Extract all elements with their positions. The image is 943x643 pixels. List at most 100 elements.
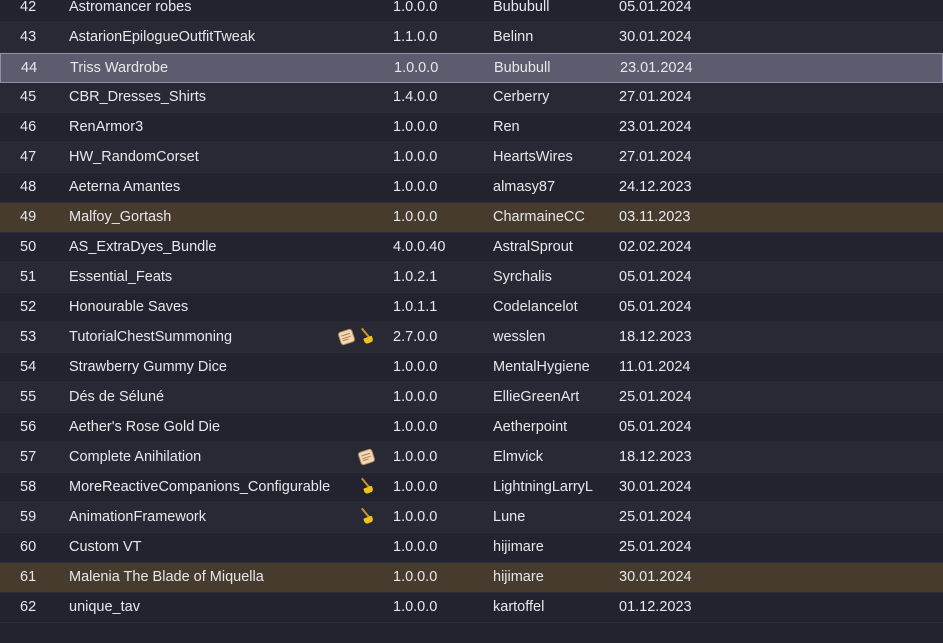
mod-author: Ren (493, 119, 520, 135)
mod-row[interactable]: 44 Triss Wardrobe 1.0.0.0 Bububull 23.01.202… (0, 53, 943, 83)
mod-row[interactable]: 58 MoreReactiveCompanions_Configurable 1.0… (0, 473, 943, 503)
mod-row[interactable]: 56 Aether's Rose Gold Die 1.0.0.0 Aetherpoi… (0, 413, 943, 443)
mod-date: 02.02.2024 (619, 239, 692, 255)
mod-row[interactable]: 52 Honourable Saves 1.0.1.1 Codelancelot 05.… (0, 293, 943, 323)
mod-icons (330, 83, 380, 112)
mod-version: 1.0.0.0 (393, 209, 438, 225)
mod-icons (330, 23, 380, 52)
mod-version: 1.0.0.0 (393, 419, 438, 435)
mod-index: 61 (20, 569, 37, 585)
mod-name: Malfoy_Gortash (69, 209, 172, 225)
mod-icons (330, 203, 380, 232)
mod-version: 1.0.0.0 (393, 359, 438, 375)
scroll-icon (337, 328, 356, 346)
mod-name: Dés de Séluné (69, 389, 165, 405)
mod-icons (330, 503, 380, 532)
mod-row[interactable]: 61 Malenia The Blade of Miquella 1.0.0.0 hi… (0, 563, 943, 593)
mod-author: wesslen (493, 329, 546, 345)
mod-name: TutorialChestSummoning (69, 329, 233, 345)
mod-date: 30.01.2024 (619, 569, 692, 585)
mod-index: 50 (20, 239, 37, 255)
mod-row[interactable]: 57 Complete Anihilation 1.0.0.0 Elmvick 18.1… (0, 443, 943, 473)
mod-row[interactable]: 42 Astromancer robes 1.0.0.0 Bububull 05.01.… (0, 0, 943, 23)
mod-author: MentalHygiene (493, 359, 590, 375)
mod-icons (330, 443, 380, 472)
mod-date: 05.01.2024 (619, 419, 692, 435)
mod-author: EllieGreenArt (493, 389, 580, 405)
mod-name: AstarionEpilogueOutfitTweak (69, 29, 256, 45)
mod-date: 05.01.2024 (619, 0, 692, 15)
mod-version: 1.0.0.0 (393, 599, 438, 615)
mod-row[interactable]: 47 HW_RandomCorset 1.0.0.0 HeartsWires 27.01… (0, 143, 943, 173)
mod-row[interactable]: 55 Dés de Séluné 1.0.0.0 EllieGreenArt 25.01… (0, 383, 943, 413)
mod-row[interactable]: 60 Custom VT 1.0.0.0 hijimare 25.01.2024 (0, 533, 943, 563)
mod-index: 44 (21, 60, 38, 76)
mod-row[interactable]: 59 AnimationFramework 1.0.0.0 Lune 25.01.202… (0, 503, 943, 533)
mod-icons (331, 54, 381, 83)
mod-version: 1.0.0.0 (393, 149, 438, 165)
mod-author: hijimare (493, 539, 544, 555)
mod-icons (330, 413, 380, 442)
mod-author: Cerberry (493, 89, 550, 105)
mod-icons (330, 293, 380, 322)
mod-name: Strawberry Gummy Dice (69, 359, 227, 375)
mod-author: kartoffel (493, 599, 545, 615)
mod-index: 53 (20, 329, 37, 345)
mod-name: AnimationFramework (69, 509, 206, 525)
broom-icon (357, 477, 375, 496)
mod-date: 18.12.2023 (619, 329, 692, 345)
mod-version: 1.0.0.0 (394, 60, 439, 76)
mod-row[interactable]: 53 TutorialChestSummoning 2.7.0.0 wesslen 18… (0, 323, 943, 353)
mod-index: 46 (20, 119, 37, 135)
mod-row[interactable]: 50 AS_ExtraDyes_Bundle 4.0.0.40 AstralSprou… (0, 233, 943, 263)
mod-icons (330, 383, 380, 412)
mod-date: 05.01.2024 (619, 269, 692, 285)
mod-name: CBR_Dresses_Shirts (69, 89, 206, 105)
mod-index: 45 (20, 89, 37, 105)
mod-date: 30.01.2024 (619, 29, 692, 45)
mod-version: 4.0.0.40 (393, 239, 446, 255)
mod-name: RenArmor3 (69, 119, 144, 135)
mod-name: MoreReactiveCompanions_Configurable (69, 479, 331, 495)
mod-name: Malenia The Blade of Miquella (69, 569, 264, 585)
mod-row[interactable]: 54 Strawberry Gummy Dice 1.0.0.0 MentalHyg… (0, 353, 943, 383)
broom-icon (357, 327, 375, 346)
mod-author: Bububull (494, 60, 551, 76)
mod-icons (330, 0, 380, 22)
mod-version: 1.0.0.0 (393, 389, 438, 405)
mod-name: Custom VT (69, 539, 142, 555)
mod-version: 1.0.1.1 (393, 299, 438, 315)
mod-row[interactable]: 51 Essential_Feats 1.0.2.1 Syrchalis 05.01.2… (0, 263, 943, 293)
mod-index: 43 (20, 29, 37, 45)
mod-version: 1.0.0.0 (393, 0, 438, 15)
mod-index: 48 (20, 179, 37, 195)
mod-date: 11.01.2024 (619, 359, 691, 375)
scroll-icon (357, 448, 376, 466)
mod-version: 1.0.0.0 (393, 539, 438, 555)
mod-index: 57 (20, 449, 37, 465)
mod-date: 25.01.2024 (619, 539, 692, 555)
mod-index: 55 (20, 389, 37, 405)
mod-version: 1.0.0.0 (393, 509, 438, 525)
mod-row[interactable]: 48 Aeterna Amantes 1.0.0.0 almasy87 24.12.20… (0, 173, 943, 203)
mod-date: 24.12.2023 (619, 179, 692, 195)
mod-row[interactable]: 62 unique_tav 1.0.0.0 kartoffel 01.12.2023 (0, 593, 943, 623)
mod-icons (330, 143, 380, 172)
mod-author: Belinn (493, 29, 534, 45)
mod-index: 42 (20, 0, 37, 15)
mod-icons (330, 233, 380, 262)
mod-index: 52 (20, 299, 37, 315)
mod-row[interactable]: 46 RenArmor3 1.0.0.0 Ren 23.01.2024 (0, 113, 943, 143)
mod-name: Aether's Rose Gold Die (69, 419, 221, 435)
mod-date: 23.01.2024 (620, 60, 693, 76)
mod-author: Codelancelot (493, 299, 578, 315)
mod-row[interactable]: 49 Malfoy_Gortash 1.0.0.0 CharmaineCC 03.11.… (0, 203, 943, 233)
mod-icons (330, 173, 380, 202)
mod-author: Lune (493, 509, 526, 525)
mod-row[interactable]: 43 AstarionEpilogueOutfitTweak 1.1.0.0 Beli… (0, 23, 943, 53)
mod-icons (330, 473, 380, 502)
mod-version: 1.0.0.0 (393, 569, 438, 585)
mod-index: 54 (20, 359, 37, 375)
mod-row[interactable]: 45 CBR_Dresses_Shirts 1.4.0.0 Cerberry 27.01… (0, 83, 943, 113)
mod-name: unique_tav (69, 599, 140, 615)
